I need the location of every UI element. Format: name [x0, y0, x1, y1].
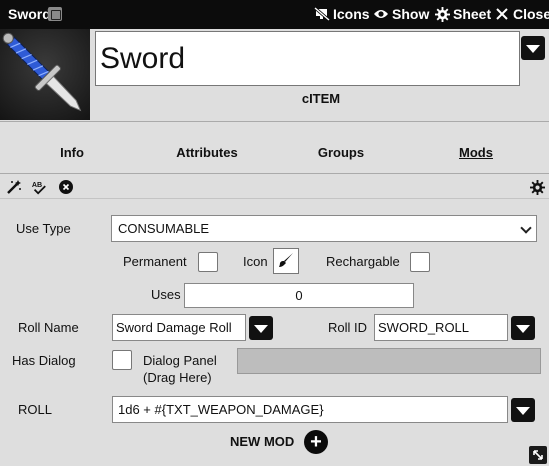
tab-mods[interactable]: Mods: [459, 145, 493, 160]
sheet-button-label: Sheet: [453, 6, 492, 22]
item-portrait-sword-icon[interactable]: [0, 29, 90, 120]
roll-name-label: Roll Name: [18, 320, 79, 335]
magic-wand-icon[interactable]: [6, 179, 22, 195]
close-button[interactable]: Close: [494, 5, 549, 23]
add-mod-button[interactable]: +: [304, 430, 328, 454]
eye-icon: [373, 6, 389, 22]
dialog-panel-hint: (Drag Here): [143, 370, 212, 385]
roll-name-dropdown-button[interactable]: [249, 316, 273, 340]
gear-icon[interactable]: [529, 179, 545, 195]
tab-groups[interactable]: Groups: [318, 145, 364, 160]
icon-picker-button[interactable]: [273, 248, 299, 274]
resize-icon: [533, 450, 543, 460]
mods-toolbar: AB: [0, 175, 549, 199]
has-dialog-label: Has Dialog: [12, 353, 76, 368]
rechargable-checkbox[interactable]: [410, 252, 430, 272]
clear-icon[interactable]: [58, 179, 74, 195]
uses-input[interactable]: 0: [184, 283, 414, 308]
gear-icon: [434, 6, 450, 22]
window-title: Sword: [8, 6, 51, 22]
roll-id-dropdown-button[interactable]: [511, 316, 535, 340]
spellcheck-icon[interactable]: AB: [31, 179, 47, 195]
permanent-checkbox[interactable]: [198, 252, 218, 272]
icon-label: Icon: [243, 254, 268, 269]
resize-handle[interactable]: [529, 446, 547, 464]
roll-id-input[interactable]: SWORD_ROLL: [374, 314, 508, 341]
chevron-down-icon: [520, 222, 532, 234]
rechargable-label: Rechargable: [326, 254, 400, 269]
tab-bar: Info Attributes Groups Mods: [0, 121, 549, 174]
roll-id-label: Roll ID: [328, 320, 368, 335]
new-mod-label: NEW MOD: [230, 434, 295, 449]
icons-button-label: Icons: [333, 6, 370, 22]
svg-text:AB: AB: [32, 181, 42, 189]
has-dialog-checkbox[interactable]: [112, 350, 132, 370]
use-type-value: CONSUMABLE: [118, 221, 210, 236]
use-type-label: Use Type: [16, 221, 71, 236]
use-type-select[interactable]: CONSUMABLE: [111, 215, 537, 242]
sheet-button[interactable]: Sheet: [434, 5, 491, 23]
roll-formula-input[interactable]: 1d6 + #{TXT_WEAPON_DAMAGE}: [112, 396, 508, 423]
show-button[interactable]: Show: [373, 5, 429, 23]
roll-dropdown-button[interactable]: [511, 398, 535, 422]
close-button-label: Close: [513, 6, 549, 22]
close-icon: [494, 6, 510, 22]
roll-name-input[interactable]: Sword Damage Roll: [112, 314, 246, 341]
item-menu-dropdown-button[interactable]: [521, 36, 545, 60]
icons-button[interactable]: Icons: [314, 5, 370, 23]
icons-off-icon: [314, 6, 330, 22]
tab-attributes[interactable]: Attributes: [176, 145, 237, 160]
window-titlebar: Sword Icons Show Sheet Close: [0, 0, 549, 29]
permanent-label: Permanent: [123, 254, 187, 269]
tab-info[interactable]: Info: [60, 145, 84, 160]
uses-label: Uses: [151, 287, 181, 302]
brush-icon: [278, 252, 294, 271]
item-type-label: cITEM: [301, 91, 341, 106]
sheet-badge-icon[interactable]: [48, 7, 62, 21]
dialog-panel-dropzone[interactable]: [237, 348, 541, 374]
item-name-input[interactable]: Sword: [95, 31, 520, 86]
plus-icon: +: [310, 431, 322, 453]
show-button-label: Show: [392, 6, 430, 22]
dialog-panel-label: Dialog Panel: [143, 353, 217, 368]
roll-label: ROLL: [18, 402, 52, 417]
